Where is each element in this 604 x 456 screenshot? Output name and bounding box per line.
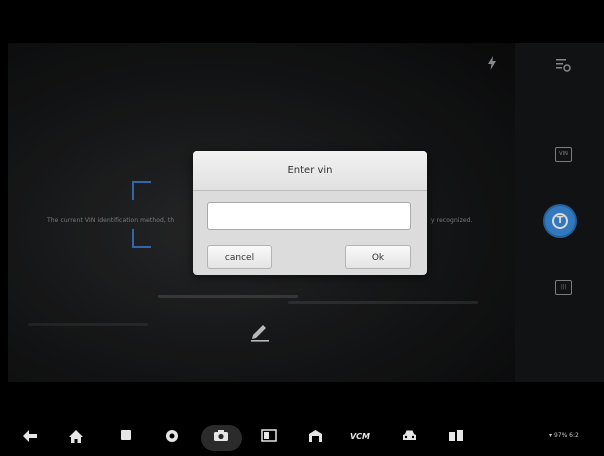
vehicle-icon[interactable] (399, 429, 419, 447)
enter-vin-dialog: Enter vin cancel Ok (193, 151, 427, 275)
cancel-button[interactable]: cancel (207, 245, 272, 269)
bottom-navigation-bar (0, 420, 604, 456)
top-status-area (0, 0, 604, 43)
status-text: 97% 6:2 (553, 432, 579, 439)
wifi-icon: ▾ (549, 432, 553, 439)
home-icon[interactable] (66, 429, 86, 449)
shop-icon[interactable] (446, 429, 466, 447)
vcm-icon[interactable]: VCM (346, 429, 374, 445)
camera-icon[interactable] (211, 429, 231, 447)
ok-button[interactable]: Ok (345, 245, 411, 269)
system-status: ▾ 97% 6:2 (549, 432, 579, 439)
garage-icon[interactable] (305, 429, 325, 448)
vin-input[interactable] (207, 202, 411, 230)
back-icon[interactable] (20, 429, 40, 448)
recent-apps-icon[interactable] (116, 429, 136, 446)
dialog-title: Enter vin (193, 151, 427, 191)
display-icon[interactable] (259, 429, 279, 447)
browser-icon[interactable] (162, 429, 182, 448)
